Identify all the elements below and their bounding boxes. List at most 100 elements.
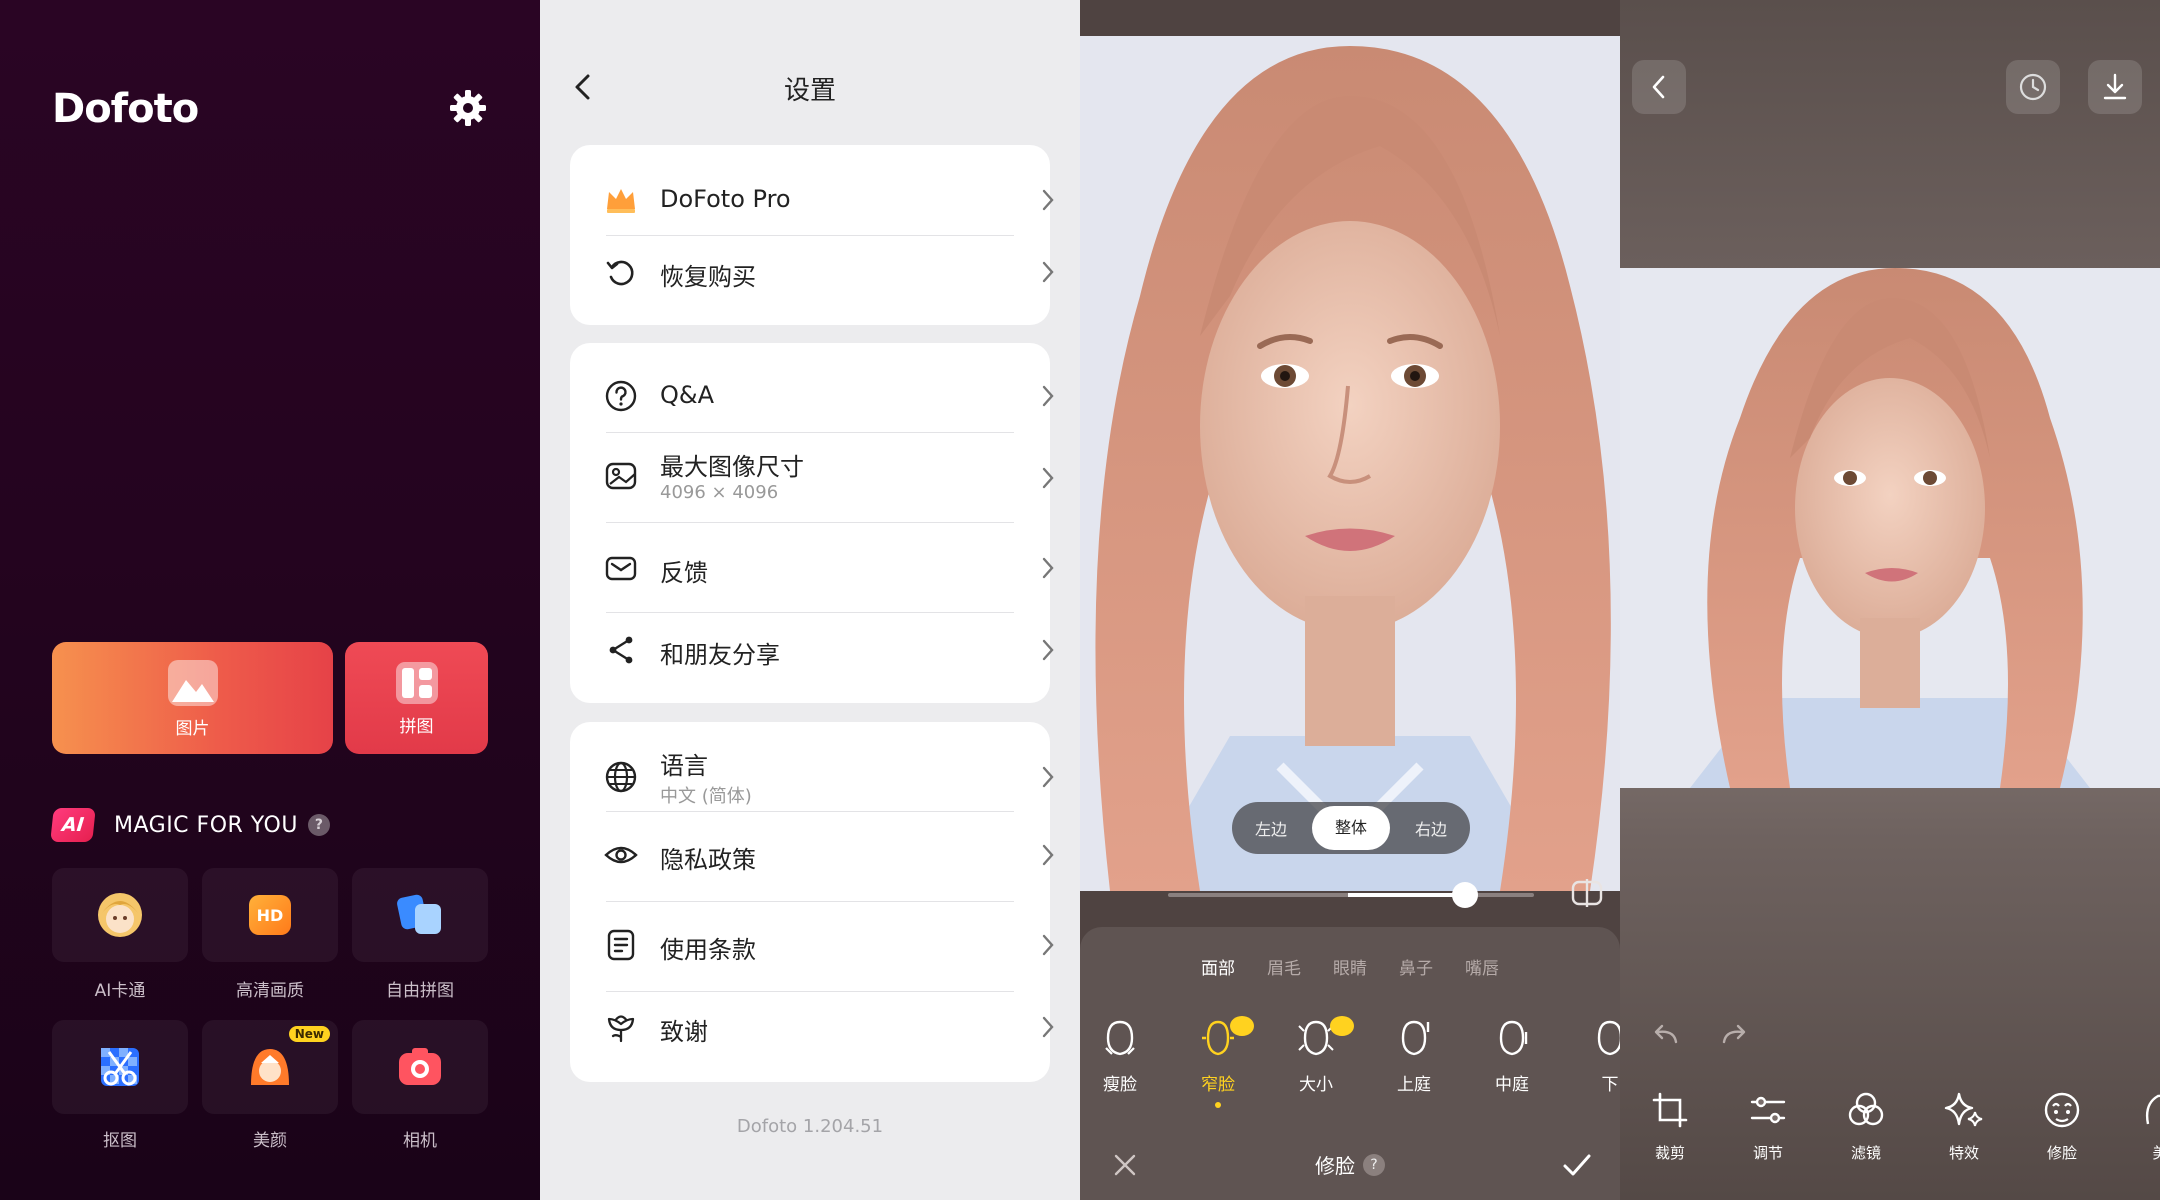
settings-item-feedback[interactable]: 反馈 xyxy=(570,549,1054,591)
panel-title: 修脸 ? xyxy=(1080,1150,1620,1179)
intensity-slider-handle[interactable] xyxy=(1452,882,1478,908)
download-button[interactable] xyxy=(2088,60,2142,114)
settings-item-qa[interactable]: Q&A xyxy=(570,377,1054,419)
segment-left[interactable]: 左边 xyxy=(1232,816,1310,840)
chevron-right-icon xyxy=(1042,261,1054,283)
back-button[interactable] xyxy=(1632,60,1686,114)
tool-narrow-face[interactable]: 窄脸 xyxy=(1178,1016,1258,1108)
home-screen: Dofoto 图片 拼图 AI MAGIC FOR YOU ? AI卡通 HD … xyxy=(0,0,540,1200)
middle-face-icon xyxy=(1499,1020,1528,1056)
restore-icon xyxy=(606,260,634,286)
crown-icon xyxy=(607,189,635,213)
settings-card-general: Q&A 最大图像尺寸 4096 × 4096 反馈 和朋友分享 xyxy=(570,343,1054,703)
share-icon xyxy=(609,636,633,664)
settings-item-privacy[interactable]: 隐私政策 xyxy=(570,836,1054,878)
photo-editor-screen: 裁剪 调节 滤镜 特效 修脸 美 xyxy=(1620,0,2160,1200)
divider xyxy=(606,235,1014,236)
mail-icon xyxy=(605,556,637,581)
tool-effects[interactable]: 特效 xyxy=(1924,1090,2004,1163)
document-icon xyxy=(607,929,635,961)
beauty-icon xyxy=(2145,1094,2160,1125)
tab-lips[interactable]: 嘴唇 xyxy=(1465,954,1499,979)
tool-beauty[interactable]: 美 xyxy=(2120,1090,2160,1163)
divider xyxy=(606,901,1014,902)
tab-eyebrows[interactable]: 眉毛 xyxy=(1267,954,1301,979)
undo-icon[interactable] xyxy=(1648,1020,1682,1050)
help-icon[interactable]: ? xyxy=(1363,1153,1385,1176)
magic-title: MAGIC FOR YOU xyxy=(114,812,298,838)
question-circle-icon xyxy=(605,380,637,412)
side-segmented-control: 左边 整体 右边 xyxy=(1232,802,1470,854)
collage-button[interactable]: 拼图 xyxy=(345,642,488,754)
gear-icon[interactable] xyxy=(448,88,488,128)
tile-camera[interactable] xyxy=(352,1020,488,1114)
item-label: 反馈 xyxy=(660,559,708,587)
face-outline-icon xyxy=(1105,1020,1135,1056)
segment-whole[interactable]: 整体 xyxy=(1312,806,1390,850)
settings-item-restore[interactable]: 恢复购买 xyxy=(570,253,1054,295)
tile-hd-quality[interactable]: HD xyxy=(202,868,338,962)
flower-icon xyxy=(607,1015,635,1043)
collage-button-label: 拼图 xyxy=(399,716,434,737)
app-logo: Dofoto xyxy=(52,86,199,132)
tool-label: 中庭 xyxy=(1495,1075,1529,1095)
tile-label: 相机 xyxy=(403,1131,437,1151)
settings-item-pro[interactable]: DoFoto Pro xyxy=(570,181,1054,223)
sparkle-icon xyxy=(1944,1092,1983,1127)
tab-face[interactable]: 面部 xyxy=(1201,954,1235,979)
globe-icon xyxy=(605,761,637,793)
chevron-right-icon xyxy=(1042,189,1054,211)
new-badge: New xyxy=(288,1026,330,1042)
tile-ai-cartoon[interactable] xyxy=(52,868,188,962)
portrait-illustration xyxy=(1080,36,1620,891)
tile-cutout[interactable] xyxy=(52,1020,188,1114)
tool-slim-face[interactable]: 瘦脸 xyxy=(1080,1018,1160,1095)
ai-badge: AI xyxy=(50,808,96,842)
tool-label: 窄脸 xyxy=(1201,1075,1235,1095)
tool-crop[interactable]: 裁剪 xyxy=(1630,1090,1710,1163)
tool-label: 美 xyxy=(2152,1144,2160,1162)
tool-lower-face[interactable]: 下 xyxy=(1570,1018,1620,1095)
divider xyxy=(606,522,1014,523)
redo-icon[interactable] xyxy=(1718,1020,1752,1050)
help-icon[interactable]: ? xyxy=(307,814,330,836)
settings-item-terms[interactable]: 使用条款 xyxy=(570,926,1054,968)
tool-label: 大小 xyxy=(1299,1075,1333,1095)
beauty-face-icon xyxy=(251,1049,289,1085)
chevron-right-icon xyxy=(1042,766,1054,788)
photo-button[interactable]: 图片 xyxy=(52,642,333,754)
tool-upper-face[interactable]: 上庭 xyxy=(1374,1018,1454,1095)
settings-card-pro: DoFoto Pro 恢复购买 xyxy=(570,145,1054,325)
segment-right[interactable]: 右边 xyxy=(1392,816,1470,840)
tool-filter[interactable]: 滤镜 xyxy=(1826,1090,1906,1163)
settings-item-share[interactable]: 和朋友分享 xyxy=(570,631,1054,673)
divider xyxy=(606,612,1014,613)
divider xyxy=(606,811,1014,812)
confirm-check-icon[interactable] xyxy=(1560,1148,1594,1182)
tool-label: 瘦脸 xyxy=(1103,1075,1137,1095)
page-title: 设置 xyxy=(783,76,836,106)
filter-circles-icon xyxy=(1848,1092,1884,1126)
pro-crown-icon xyxy=(1330,1016,1354,1036)
item-label: 使用条款 xyxy=(660,936,756,964)
history-button[interactable] xyxy=(2006,60,2060,114)
crop-icon xyxy=(1652,1092,1688,1128)
tool-face-size[interactable]: 大小 xyxy=(1276,1016,1356,1095)
eye-icon xyxy=(604,846,638,864)
tool-face-retouch[interactable]: 修脸 xyxy=(2022,1090,2102,1163)
item-sublabel: 中文 (简体) xyxy=(660,786,752,807)
tab-nose[interactable]: 鼻子 xyxy=(1399,954,1433,979)
tab-eyes[interactable]: 眼睛 xyxy=(1333,954,1367,979)
tool-middle-face[interactable]: 中庭 xyxy=(1472,1018,1552,1095)
adjust-sliders-icon xyxy=(1750,1096,1786,1124)
compare-icon[interactable] xyxy=(1570,876,1604,910)
settings-item-language[interactable]: 语言 中文 (简体) xyxy=(570,746,1054,807)
settings-item-max-size[interactable]: 最大图像尺寸 4096 × 4096 xyxy=(570,447,1054,507)
tile-beauty[interactable]: New xyxy=(202,1020,338,1114)
tool-adjust[interactable]: 调节 xyxy=(1728,1090,1808,1163)
face-retouch-icon xyxy=(2044,1092,2080,1128)
tile-free-collage[interactable] xyxy=(352,868,488,962)
portrait-illustration xyxy=(1620,268,2160,788)
intensity-slider-fill xyxy=(1348,893,1465,897)
settings-item-thanks[interactable]: 致谢 xyxy=(570,1008,1054,1050)
